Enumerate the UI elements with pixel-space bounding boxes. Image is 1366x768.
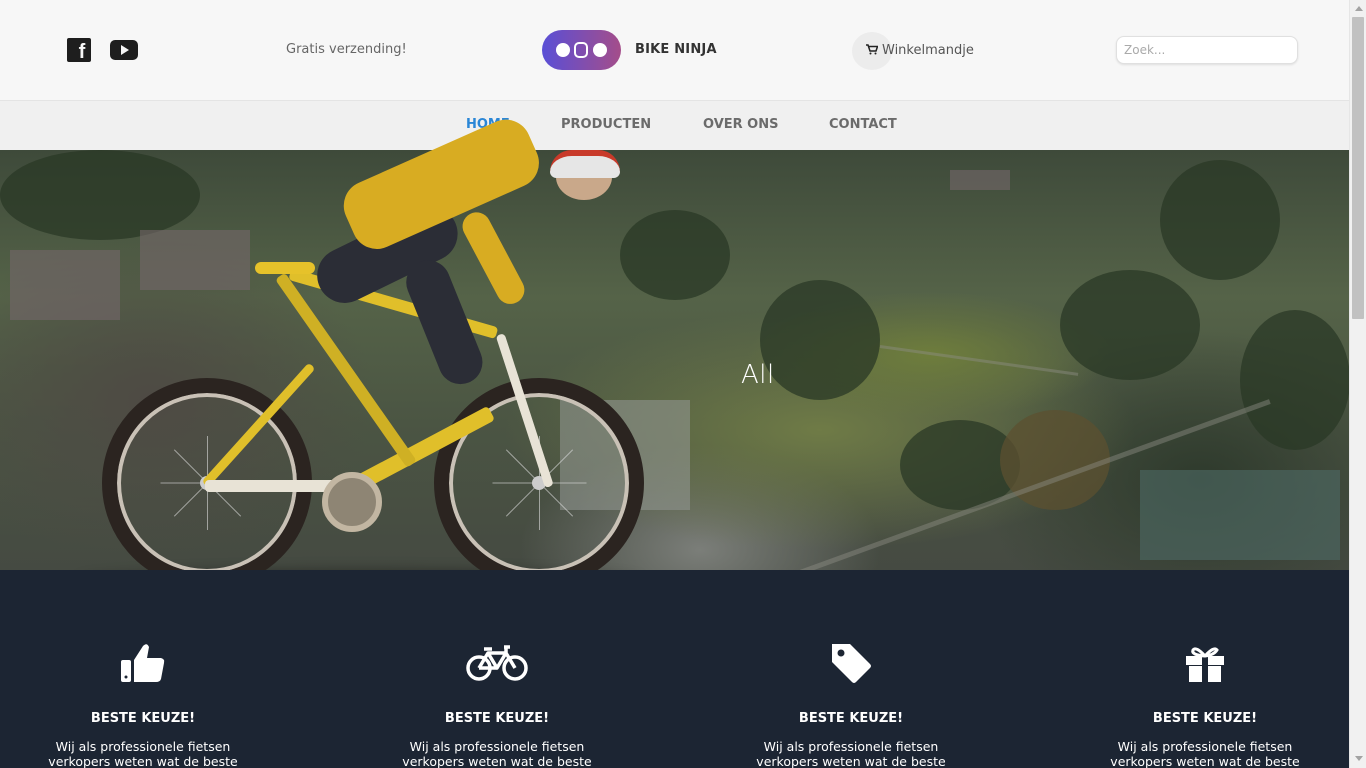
nav-item-contact[interactable]: CONTACT	[829, 117, 897, 132]
tag-icon	[820, 642, 882, 684]
logo-dot-left	[556, 43, 570, 57]
scroll-down-arrow-icon[interactable]	[1355, 756, 1363, 761]
cart-label[interactable]: Winkelmandje	[882, 43, 974, 58]
rider-arm	[457, 207, 530, 309]
hero-text: All	[741, 360, 775, 390]
feature-text: Wij als professionele fietsen verkopers …	[48, 739, 238, 768]
shopping-cart-icon[interactable]	[866, 44, 879, 56]
scenery-path	[879, 345, 1079, 376]
scenery-tree	[1160, 160, 1280, 280]
scenery-tree	[1240, 310, 1349, 450]
cyclist-image	[0, 111, 700, 600]
bicycle-icon	[466, 642, 528, 684]
scenery-house	[950, 170, 1010, 190]
top-header: f Gratis verzending! BIKE NINJA Winkelma…	[0, 0, 1349, 100]
feature-title: BESTE KEUZE!	[1152, 711, 1258, 726]
shipping-text: Gratis verzending!	[286, 42, 407, 57]
scroll-thumb[interactable]	[1352, 17, 1364, 319]
logo-dot-right	[593, 43, 607, 57]
feature-text: Wij als professionele fietsen verkopers …	[756, 739, 946, 768]
bike-saddle	[255, 262, 315, 274]
main-nav: HOME PRODUCTEN OVER ONS CONTACT	[0, 100, 1349, 150]
page-scrollbar[interactable]	[1349, 0, 1366, 768]
nav-item-over-ons[interactable]: OVER ONS	[703, 117, 778, 132]
front-wheel	[434, 378, 644, 588]
bike-chainring	[322, 472, 382, 532]
search-input[interactable]	[1116, 36, 1298, 64]
feature-title: BESTE KEUZE!	[90, 711, 196, 726]
brand-logo[interactable]	[542, 30, 621, 70]
brand-name[interactable]: BIKE NINJA	[635, 42, 717, 57]
scroll-up-arrow-icon[interactable]	[1355, 6, 1363, 11]
features-section: BESTE KEUZE! Wij als professionele fiets…	[0, 570, 1349, 768]
gift-icon	[1174, 642, 1236, 684]
feature-text: Wij als professionele fietsen verkopers …	[1110, 739, 1300, 768]
facebook-icon[interactable]: f	[67, 38, 91, 63]
youtube-icon[interactable]	[110, 40, 138, 60]
feature-text: Wij als professionele fietsen verkopers …	[402, 739, 592, 768]
thumbs-up-icon	[112, 642, 174, 684]
scenery-house	[1140, 470, 1340, 560]
logo-link	[574, 42, 588, 58]
feature-title: BESTE KEUZE!	[444, 711, 550, 726]
rider-helmet	[550, 150, 620, 178]
scenery-tree	[1060, 270, 1200, 380]
nav-item-producten[interactable]: PRODUCTEN	[561, 117, 651, 132]
feature-title: BESTE KEUZE!	[798, 711, 904, 726]
scenery-tree	[760, 280, 880, 400]
page: f Gratis verzending! BIKE NINJA Winkelma…	[0, 0, 1349, 768]
